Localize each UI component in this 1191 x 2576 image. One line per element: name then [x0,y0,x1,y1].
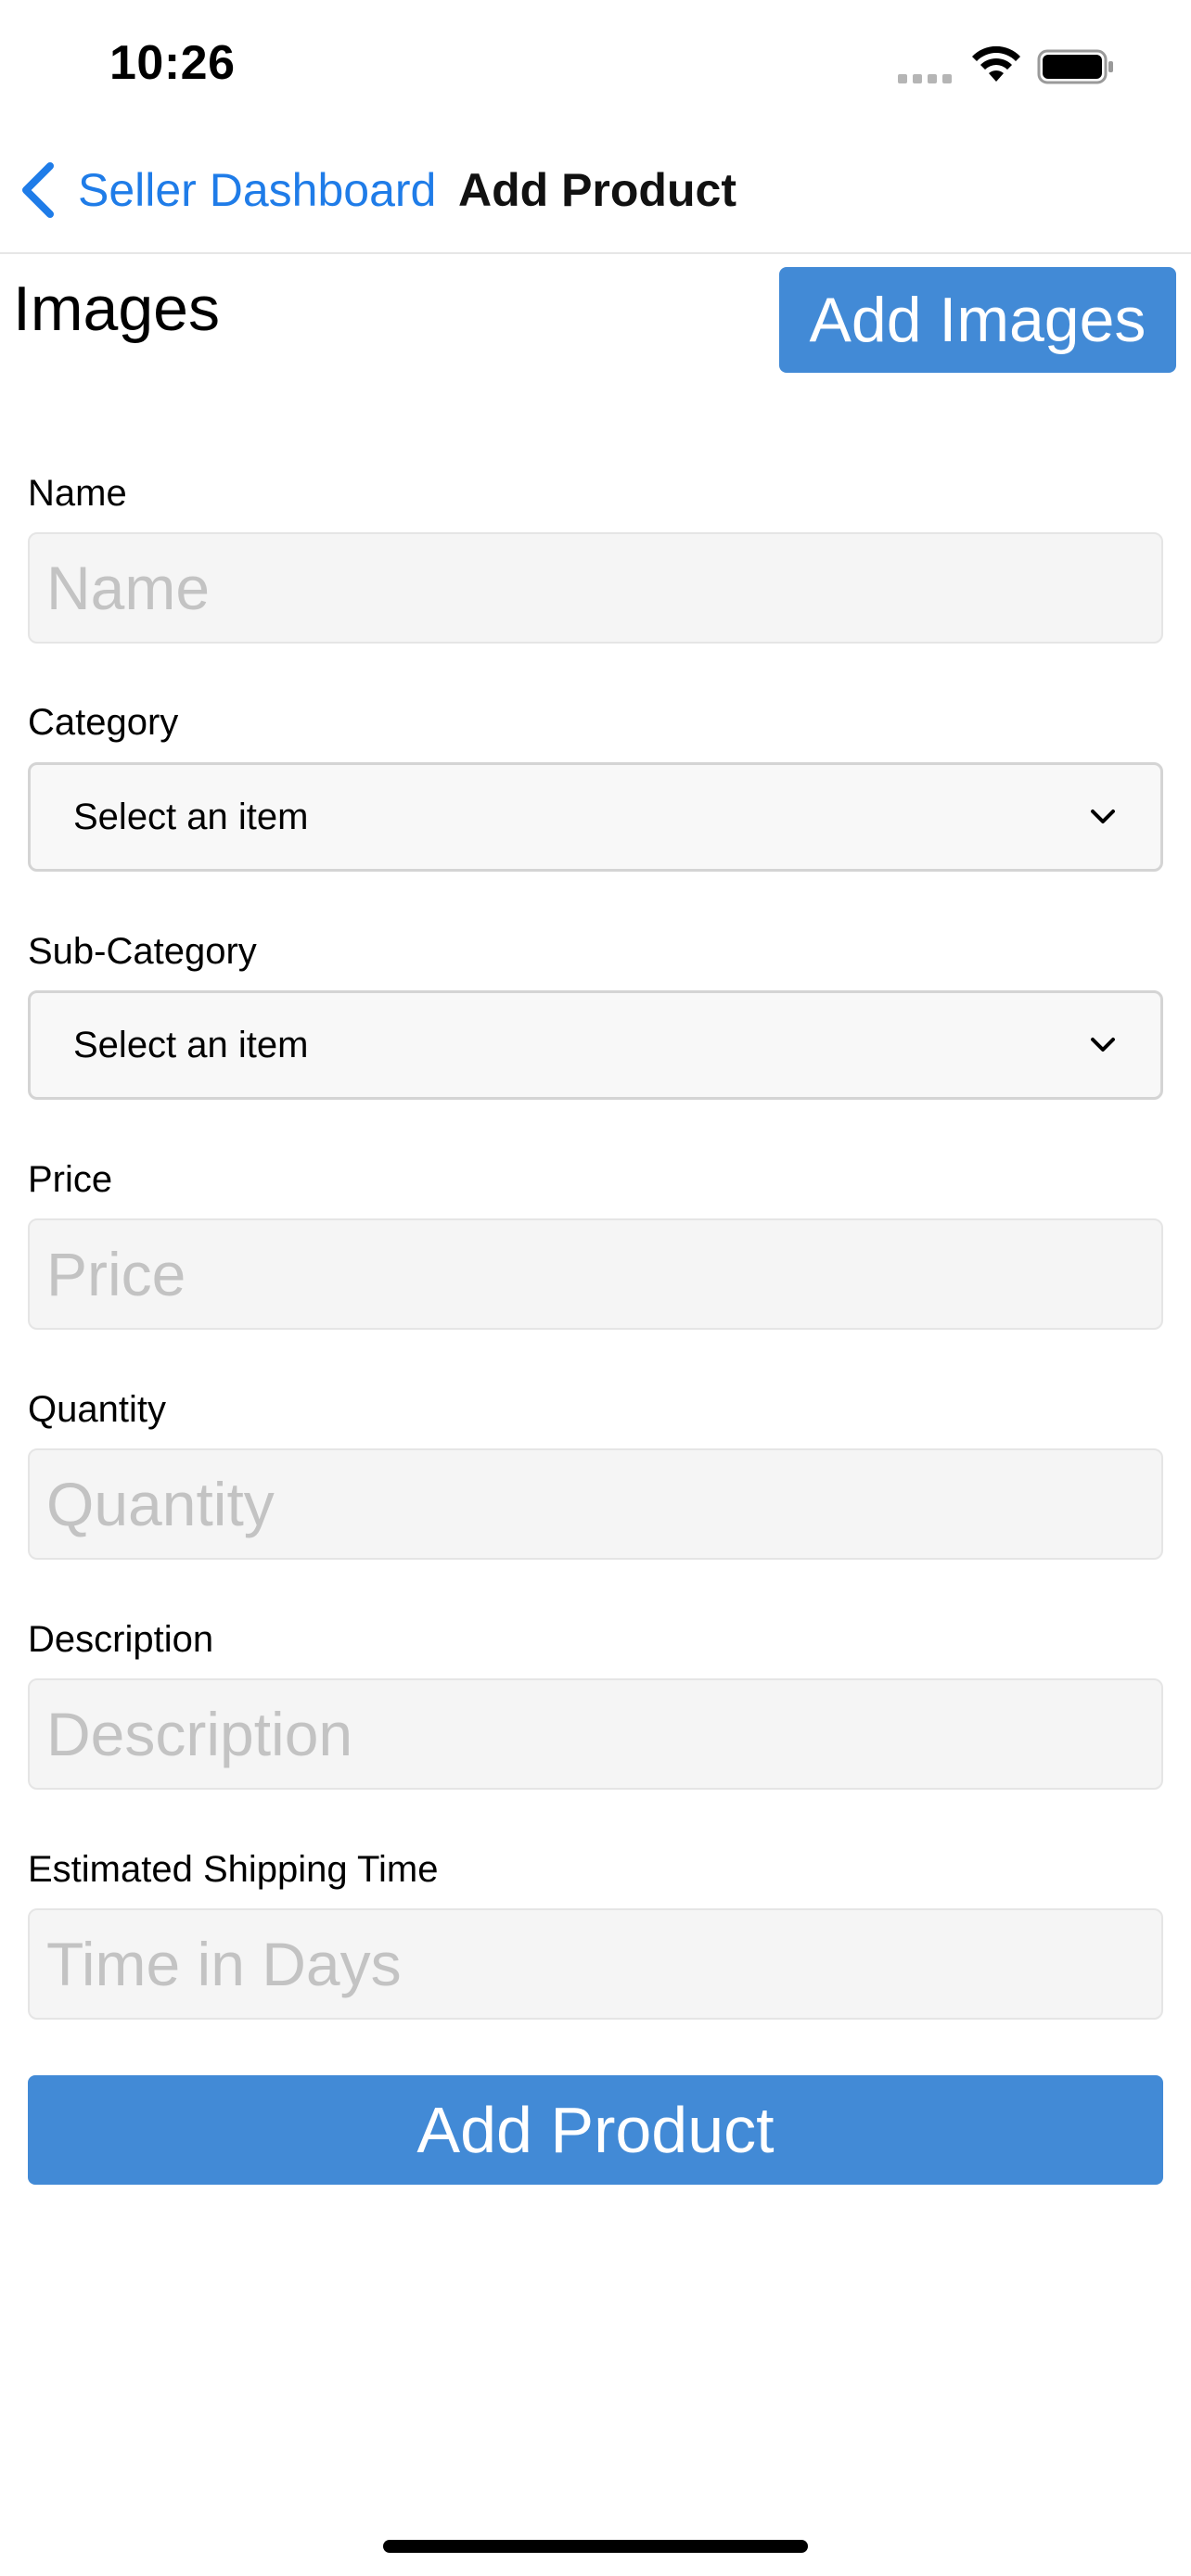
category-select-value: Select an item [73,796,309,837]
sub-category-select[interactable]: Select an item [28,990,1163,1100]
home-indicator[interactable] [383,2540,808,2553]
status-time: 10:26 [109,36,236,90]
chevron-down-icon [1091,1038,1115,1052]
quantity-input[interactable] [28,1448,1163,1560]
shipping-time-input[interactable] [28,1908,1163,2020]
sub-category-select-value: Select an item [73,1024,309,1065]
price-label: Price [28,1159,113,1200]
description-label: Description [28,1619,214,1660]
cellular-signal-icon [898,74,954,85]
chevron-left-icon [22,162,54,218]
name-label: Name [28,473,127,514]
add-images-button[interactable]: Add Images [779,267,1176,373]
add-product-screen: 10:26 Seller Dashboard Add Product Image… [0,0,1191,2576]
name-input[interactable] [28,532,1163,644]
wifi-icon [972,45,1020,82]
status-bar: 10:26 [0,0,1191,130]
battery-icon [1037,49,1113,84]
price-input[interactable] [28,1218,1163,1330]
sub-category-label: Sub-Category [28,931,257,972]
page-title: Add Product [458,164,736,216]
images-heading: Images [13,274,220,344]
description-input[interactable] [28,1678,1163,1790]
back-button-label: Seller Dashboard [78,164,437,216]
navigation-bar: Seller Dashboard Add Product [0,130,1191,254]
category-label: Category [28,702,179,743]
quantity-label: Quantity [28,1389,166,1430]
chevron-down-icon [1091,810,1115,823]
category-select[interactable]: Select an item [28,762,1163,872]
add-product-button[interactable]: Add Product [28,2075,1163,2185]
shipping-time-label: Estimated Shipping Time [28,1849,439,1890]
back-button[interactable]: Seller Dashboard [17,158,436,223]
